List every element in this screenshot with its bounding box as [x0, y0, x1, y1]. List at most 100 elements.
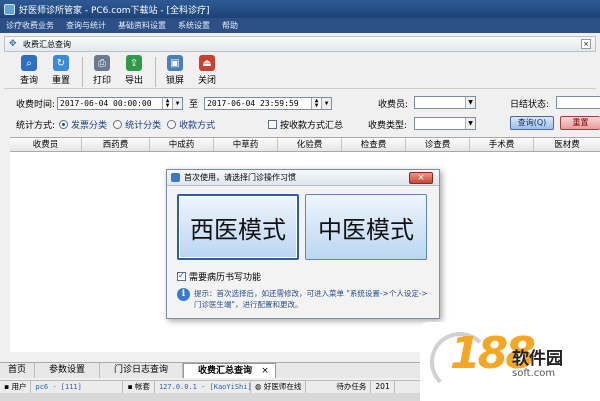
need-record-label: 需要病历书写功能: [189, 273, 262, 283]
status-account-label: 帐套: [134, 382, 150, 391]
to-label: 至: [189, 99, 199, 110]
radio-payment-method[interactable]: [167, 119, 177, 129]
menu-item-billing[interactable]: 诊疗收费业务: [0, 20, 60, 31]
end-time-value: 2017-06-04 23:59:59: [207, 98, 299, 108]
status-user-value-seg: pc6 - [111]: [31, 381, 124, 393]
chevron-down-icon: ▼: [465, 118, 475, 129]
search-icon: ⌕: [21, 55, 37, 71]
end-time-spinner[interactable]: ▲ ▼: [311, 97, 321, 109]
tab-home[interactable]: 首页: [0, 363, 36, 378]
user-icon: ▪: [4, 382, 10, 391]
panel-title: 收费汇总查询: [23, 39, 71, 49]
dialog-title: 首次使用，请选择门诊操作习惯: [184, 173, 296, 182]
menu-bar: 诊疗收费业务 查询与统计 基础资料设置 系统设置 帮助: [0, 18, 600, 33]
toolbar-divider: [82, 57, 83, 87]
status-pending[interactable]: 待办任务: [306, 381, 372, 393]
filter-row-time: 收费时间: 2017-06-04 00:00:00 ▲ ▼ ▼ 至 2017-06…: [16, 96, 333, 110]
tab-clinic-log[interactable]: 门诊日志查询: [100, 363, 184, 378]
status-user-value: pc6 - [111]: [35, 383, 82, 391]
chinese-mode-label: 中医模式: [318, 215, 414, 244]
status-user-label: 用户: [11, 382, 27, 391]
time-label: 收费时间:: [16, 99, 56, 110]
col-herbal-medicine[interactable]: 中草药: [214, 138, 278, 151]
cashier-select[interactable]: ▼: [414, 96, 476, 109]
app-icon: [4, 3, 15, 15]
export-button-label: 导出: [124, 76, 143, 86]
print-button[interactable]: ⎙ 打印: [87, 55, 117, 86]
western-mode-button[interactable]: 西医模式: [177, 194, 299, 260]
account-icon: ▪: [127, 382, 133, 391]
chevron-down-icon: ▼: [465, 97, 475, 108]
col-surgery-fee[interactable]: 手术费: [470, 138, 534, 151]
tab-fee-summary-label: 收费汇总查询: [198, 366, 253, 376]
status-year: 201: [371, 381, 395, 393]
dialog-app-icon: [171, 173, 180, 182]
pin-icon: ✥: [9, 39, 17, 49]
col-material-fee[interactable]: 医材费: [534, 138, 600, 151]
printer-icon: ⎙: [94, 55, 110, 71]
toolbar-divider: [155, 57, 156, 87]
tab-params[interactable]: 参数设置: [35, 363, 101, 378]
tab-close-icon[interactable]: ×: [261, 366, 269, 376]
start-time-field[interactable]: 2017-06-04 00:00:00 ▲ ▼ ▼: [57, 96, 184, 110]
fee-type-label: 收费类型:: [368, 121, 408, 131]
end-time-dropdown[interactable]: ▼: [321, 97, 332, 109]
western-mode-label: 西医模式: [190, 215, 286, 244]
document-tabs: 首页 参数设置 门诊日志查询 收费汇总查询 ×: [0, 362, 420, 378]
radio-payment-method-label: 收款方式: [179, 120, 216, 131]
query-button[interactable]: ⌕ 查询: [14, 55, 44, 86]
chinese-mode-button[interactable]: 中医模式: [305, 194, 427, 260]
radio-stat-category[interactable]: [113, 119, 123, 129]
panel-close-button[interactable]: ×: [581, 39, 591, 49]
refresh-icon: ↻: [53, 55, 69, 71]
group-by-payment-option: 按收款方式汇总: [268, 118, 343, 131]
reset-filter-button[interactable]: 重置: [560, 116, 600, 130]
watermark-url: soft.com: [512, 368, 556, 379]
dialog-close-button[interactable]: ×: [409, 172, 433, 184]
col-cashier[interactable]: 收费员: [10, 138, 82, 151]
status-account-value: 127.0.0.1 - [KaoYiShi]: [158, 383, 252, 391]
tab-fee-summary[interactable]: 收费汇总查询 ×: [183, 363, 276, 378]
menu-item-help[interactable]: 帮助: [216, 20, 244, 31]
window-title: 好医师诊所管家 - PC6.com下载站 - [全科诊疗]: [19, 5, 210, 16]
status-online[interactable]: ◍ 好医师在线: [251, 381, 307, 393]
export-button[interactable]: ⇪ 导出: [119, 55, 149, 86]
toolbar: ⌕ 查询 ↻ 重置 ⎙ 打印 ⇪ 导出 ▣ 锁屏 ⏏ 关闭: [4, 53, 596, 89]
col-consult-fee[interactable]: 诊查费: [406, 138, 470, 151]
lock-screen-icon: ▣: [167, 55, 183, 71]
status-user: ▪ 用户: [0, 381, 32, 393]
col-exam-fee[interactable]: 检查费: [342, 138, 406, 151]
globe-icon: ◍: [254, 382, 262, 391]
group-by-payment-checkbox[interactable]: [268, 120, 277, 129]
watermark-name: 软件园: [512, 349, 563, 369]
reset-button[interactable]: ↻ 重置: [46, 55, 76, 86]
col-patent-medicine[interactable]: 中成药: [150, 138, 214, 151]
fee-type-select[interactable]: ▼: [414, 117, 476, 130]
settle-status-select[interactable]: [556, 96, 600, 109]
query-submit-button[interactable]: 查询(Q): [510, 116, 554, 130]
group-by-payment-label: 按收款方式汇总: [280, 121, 344, 131]
exit-icon: ⏏: [199, 55, 215, 71]
need-record-checkbox[interactable]: [177, 271, 186, 281]
window-titlebar: 好医师诊所管家 - PC6.com下载站 - [全科诊疗]: [0, 0, 600, 18]
settle-status-label: 日结状态:: [510, 100, 550, 110]
lock-button[interactable]: ▣ 锁屏: [160, 55, 190, 86]
end-time-field[interactable]: 2017-06-04 23:59:59 ▲ ▼ ▼: [204, 96, 333, 110]
site-watermark: 188 软件园 soft.com: [420, 322, 600, 401]
close-button[interactable]: ⏏ 关闭: [192, 55, 222, 86]
status-account: ▪ 帐套: [123, 381, 155, 393]
start-time-spinner[interactable]: ▲ ▼: [162, 97, 172, 109]
menu-item-basic-data[interactable]: 基础资料设置: [112, 20, 172, 31]
dialog-tip-text: 提示：首次选择后，如还需修改，可进入菜单 "系统设置->个人设定->门诊医生端"…: [194, 289, 428, 309]
lock-button-label: 锁屏: [165, 76, 184, 86]
filter-row-stat: 统计方式: 发票分类 统计分类 收款方式: [16, 117, 215, 131]
radio-invoice-category[interactable]: [59, 119, 69, 129]
print-button-label: 打印: [92, 76, 111, 86]
menu-item-settings[interactable]: 系统设置: [172, 20, 216, 31]
status-online-label: 好医师在线: [263, 382, 302, 391]
col-lab-fee[interactable]: 化验费: [278, 138, 342, 151]
cashier-label: 收费员:: [378, 100, 409, 110]
menu-item-query[interactable]: 查询与统计: [60, 20, 112, 31]
start-time-dropdown[interactable]: ▼: [172, 97, 183, 109]
col-western-medicine[interactable]: 西药费: [82, 138, 150, 151]
